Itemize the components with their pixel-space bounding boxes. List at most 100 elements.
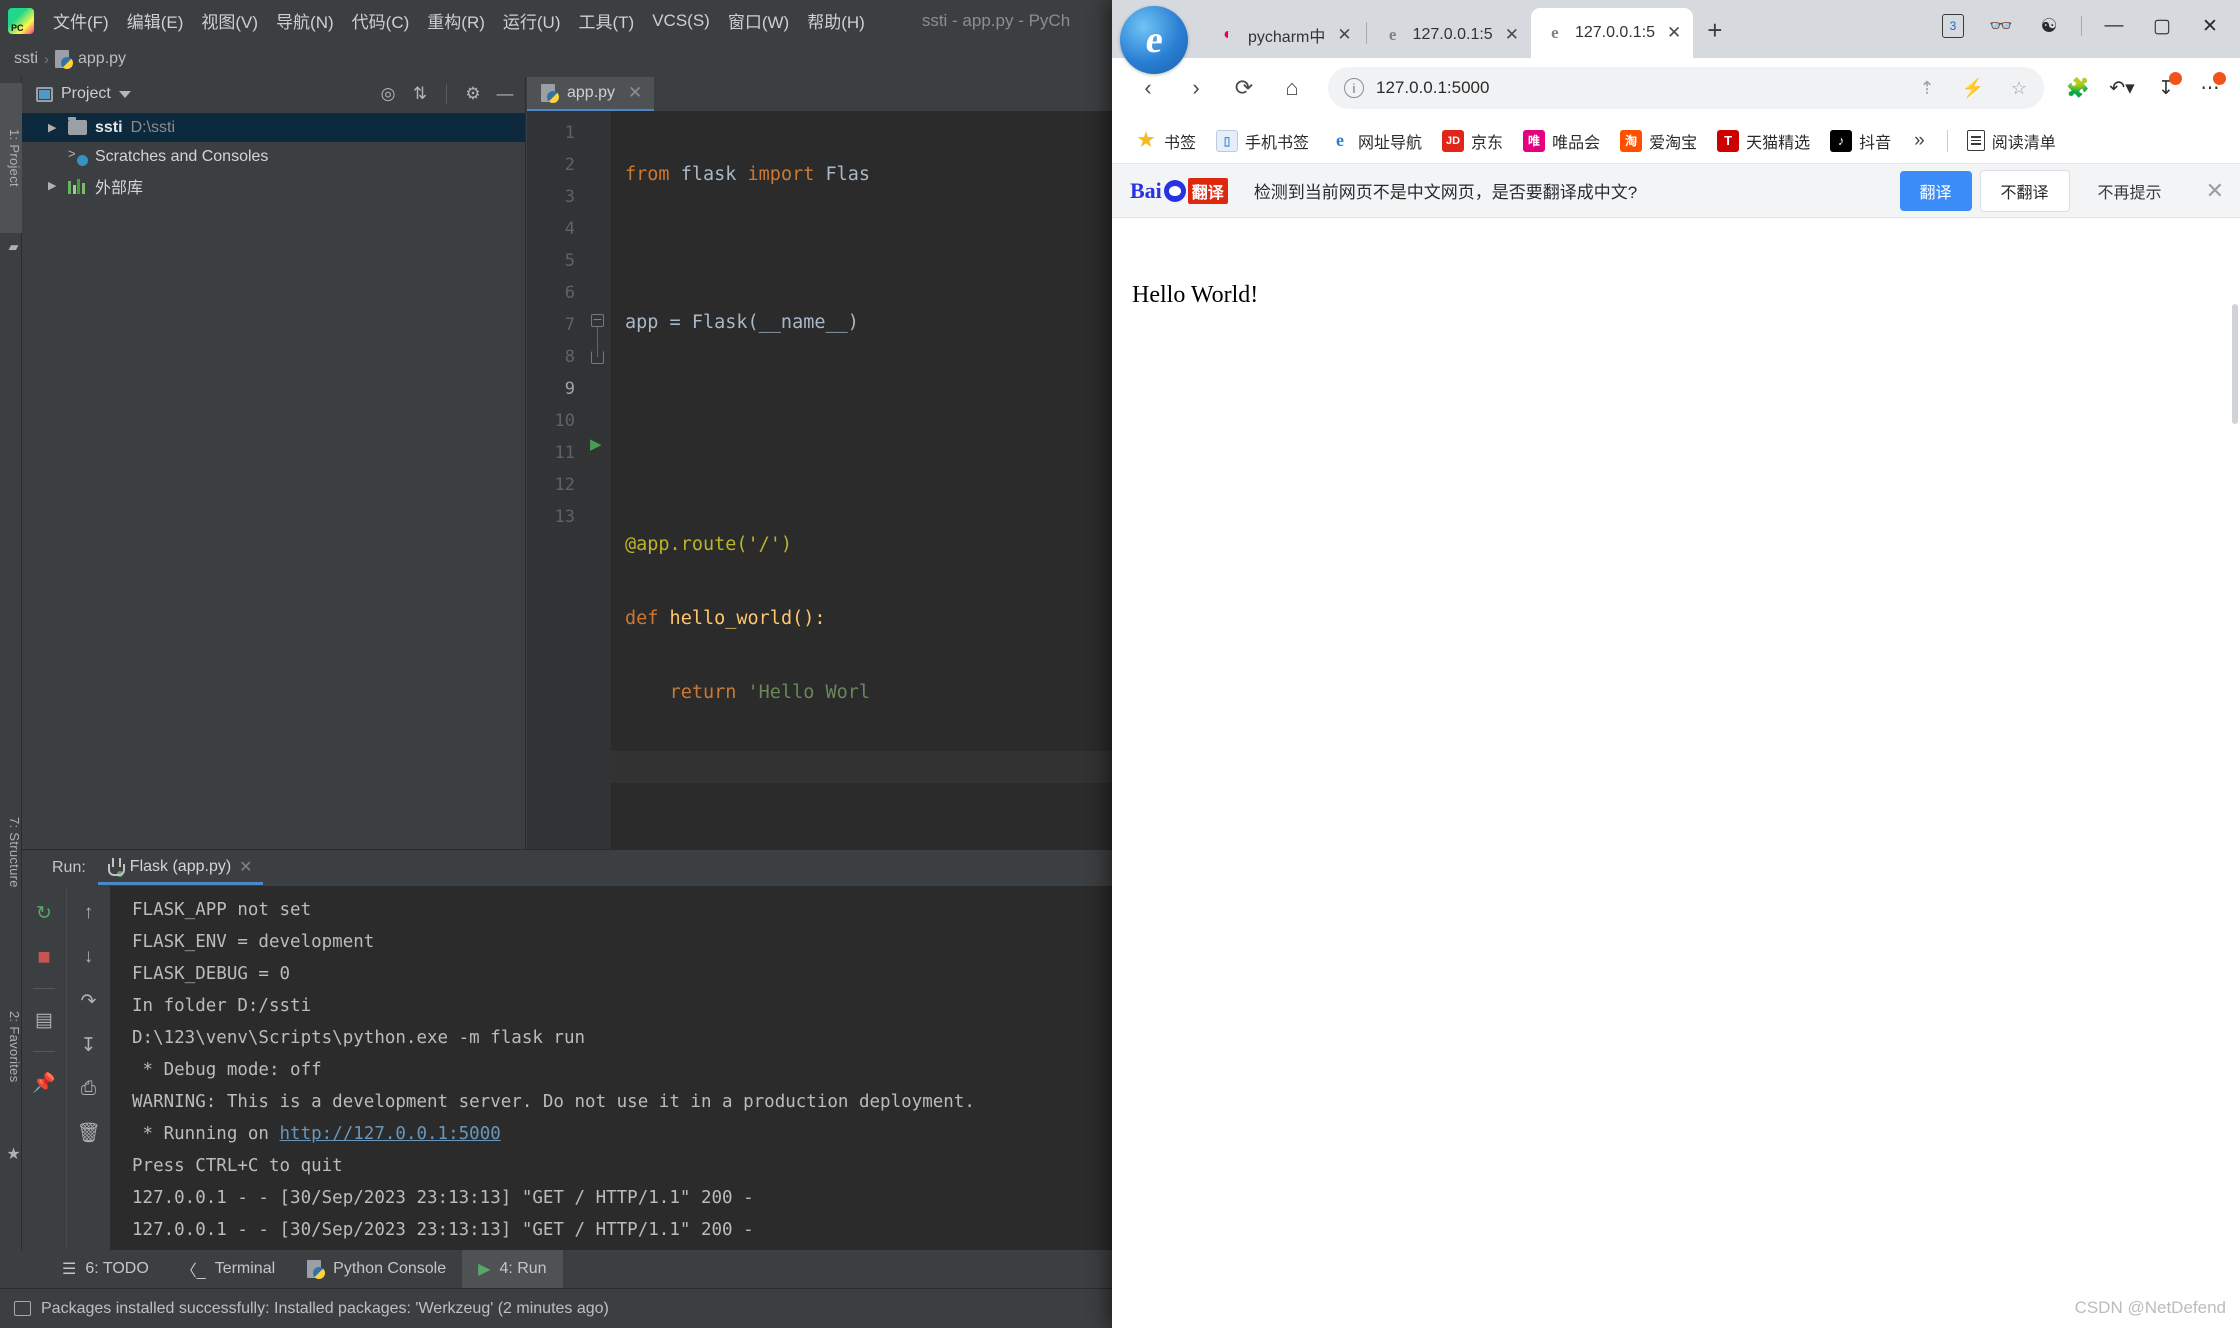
flash-icon[interactable]: ⚡ bbox=[1956, 71, 1990, 105]
python-file-icon bbox=[55, 49, 73, 69]
run-tab-flask[interactable]: Flask (app.py) ✕ bbox=[97, 851, 263, 885]
downloads-icon[interactable]: ↧ bbox=[2146, 68, 2186, 108]
never-ask-button[interactable]: 不再提示 bbox=[2078, 171, 2182, 211]
tree-item-scratches[interactable]: ▶ Scratches and Consoles bbox=[22, 142, 525, 171]
tree-item-external-libraries[interactable]: ▶ 外部库 bbox=[22, 171, 525, 200]
browser-tab-local-2[interactable]: e 127.0.0.1:5 ✕ bbox=[1530, 8, 1694, 58]
locate-target-icon[interactable]: ◎ bbox=[376, 82, 400, 106]
toolbar-divider bbox=[33, 1051, 55, 1052]
tool-window-python-console[interactable]: Python Console bbox=[291, 1250, 462, 1288]
bookmark-taobao[interactable]: 淘 爱淘宝 bbox=[1611, 125, 1706, 157]
trash-icon[interactable]: 🗑 bbox=[76, 1120, 102, 1146]
maximize-button[interactable]: ▢ bbox=[2138, 4, 2186, 48]
page-scrollbar[interactable] bbox=[2230, 264, 2240, 1290]
chevron-down-icon[interactable] bbox=[118, 90, 131, 98]
puzzle-icon[interactable]: 🧩 bbox=[2058, 68, 2098, 108]
close-icon[interactable]: ✕ bbox=[628, 83, 642, 103]
menu-item-help[interactable]: 帮助(H) bbox=[798, 5, 874, 36]
sidebar-item-project[interactable]: 1: Project bbox=[0, 83, 22, 233]
reading-list-button[interactable]: 阅读清单 bbox=[1958, 125, 2065, 157]
collapse-all-icon[interactable]: ⇅ bbox=[408, 82, 432, 106]
scrollbar-thumb[interactable] bbox=[2232, 304, 2238, 424]
editor-tab-app-py[interactable]: app.py ✕ bbox=[527, 77, 655, 111]
reload-button[interactable]: ⟳ bbox=[1222, 66, 1266, 110]
bookmark-shuqian[interactable]: ★ 书签 bbox=[1126, 125, 1205, 157]
bookmark-douyin[interactable]: ♪ 抖音 bbox=[1821, 125, 1900, 157]
expand-arrow-icon[interactable]: ▶ bbox=[48, 121, 60, 134]
print-icon[interactable]: ⎙ bbox=[76, 1076, 102, 1102]
bookmark-tmall[interactable]: T 天猫精选 bbox=[1708, 125, 1819, 157]
menu-item-run[interactable]: 运行(U) bbox=[494, 5, 570, 36]
notification-icon[interactable] bbox=[14, 1301, 31, 1316]
gear-icon[interactable]: ⚙ bbox=[461, 82, 485, 106]
tool-window-todo[interactable]: ☰ 6: TODO bbox=[46, 1250, 165, 1288]
forward-button[interactable]: › bbox=[1174, 66, 1218, 110]
star-icon[interactable]: ☆ bbox=[2002, 71, 2036, 105]
inprivate-icon[interactable]: 👓 bbox=[1977, 4, 2025, 48]
bookmarks-bar: ★ 书签 ▯ 手机书签 e 网址导航 JD 京东 唯 唯品会 淘 爱淘宝 T 天… bbox=[1112, 118, 2240, 164]
address-bar[interactable]: i 127.0.0.1:5000 ⇡ ⚡ ☆ bbox=[1328, 67, 2044, 109]
tab-count-icon[interactable]: 3 bbox=[1929, 4, 1977, 48]
menu-item-window[interactable]: 窗口(W) bbox=[719, 5, 798, 36]
close-icon[interactable]: ✕ bbox=[1337, 25, 1351, 45]
sidebar-item-structure[interactable]: 7: Structure bbox=[0, 767, 22, 937]
project-panel-title: Project bbox=[61, 85, 111, 102]
bookmark-vip[interactable]: 唯 唯品会 bbox=[1514, 125, 1609, 157]
collections-icon[interactable]: ☯ bbox=[2025, 4, 2073, 48]
translate-button[interactable]: 翻译 bbox=[1899, 170, 1972, 211]
bookmarks-overflow-button[interactable]: » bbox=[1902, 130, 1937, 152]
history-icon[interactable]: ↶▾ bbox=[2102, 68, 2142, 108]
menu-item-view[interactable]: 视图(V) bbox=[192, 5, 267, 36]
tool-window-run[interactable]: ▶ 4: Run bbox=[462, 1250, 563, 1288]
menu-item-tools[interactable]: 工具(T) bbox=[570, 5, 644, 36]
soft-wrap-icon[interactable]: ↷ bbox=[76, 988, 102, 1014]
sidebar-item-favorites[interactable]: 2: Favorites bbox=[0, 957, 22, 1137]
expand-arrow-icon-libs[interactable]: ▶ bbox=[48, 179, 60, 192]
menu-item-refactor[interactable]: 重构(R) bbox=[418, 5, 494, 36]
translate-message: 检测到当前网页不是中文网页，是否要翻译成中文? bbox=[1253, 183, 1638, 202]
tmall-icon: T bbox=[1717, 129, 1740, 152]
menu-item-vcs[interactable]: VCS(S) bbox=[643, 8, 719, 34]
fold-region-icon[interactable]: ─ bbox=[591, 314, 604, 327]
browser-tab-pycharm[interactable]: ◐ pycharm中 ✕ bbox=[1204, 12, 1364, 58]
browser-tab-local-1[interactable]: e 127.0.0.1:5 ✕ bbox=[1369, 12, 1531, 58]
close-icon[interactable]: ✕ bbox=[1667, 23, 1681, 43]
minimize-button[interactable]: — bbox=[2090, 4, 2138, 48]
close-button[interactable]: ✕ bbox=[2186, 4, 2234, 48]
bookmark-nav[interactable]: e 网址导航 bbox=[1320, 125, 1431, 157]
address-bar-url[interactable]: 127.0.0.1:5000 bbox=[1376, 78, 1898, 98]
menu-item-navigate[interactable]: 导航(N) bbox=[267, 5, 343, 36]
jd-icon: JD bbox=[1442, 129, 1465, 152]
pin-icon[interactable]: 📌 bbox=[31, 1070, 57, 1096]
bookmark-mobile[interactable]: ▯ 手机书签 bbox=[1207, 125, 1318, 157]
more-icon[interactable]: ⋯ bbox=[2190, 68, 2230, 108]
stop-icon[interactable]: ■ bbox=[31, 944, 57, 970]
menu-item-edit[interactable]: 编辑(E) bbox=[118, 5, 193, 36]
console-server-link[interactable]: http://127.0.0.1:5000 bbox=[280, 1124, 501, 1144]
tool-window-terminal[interactable]: 〈_ Terminal bbox=[165, 1250, 291, 1288]
close-icon[interactable]: ✕ bbox=[1505, 25, 1519, 45]
breadcrumb-separator: › bbox=[44, 50, 49, 68]
arrow-down-icon[interactable]: ↓ bbox=[76, 944, 102, 970]
dont-translate-button[interactable]: 不翻译 bbox=[1979, 169, 2070, 212]
scroll-to-end-icon[interactable]: ↧ bbox=[76, 1032, 102, 1058]
arrow-up-icon[interactable]: ↑ bbox=[76, 900, 102, 926]
menu-item-code[interactable]: 代码(C) bbox=[343, 5, 419, 36]
breadcrumb-root[interactable]: ssti bbox=[14, 50, 38, 68]
bookmark-jd-label: 京东 bbox=[1471, 134, 1504, 152]
bookmark-jd[interactable]: JD 京东 bbox=[1433, 125, 1512, 157]
hide-panel-icon[interactable]: — bbox=[493, 82, 517, 106]
rerun-icon[interactable]: ↻ bbox=[31, 900, 57, 926]
run-gutter-icon[interactable]: ▶ bbox=[590, 435, 602, 453]
layout-icon[interactable]: ▤ bbox=[31, 1007, 57, 1033]
left-tool-strip: 1: Project ▰ 7: Structure 2: Favorites ★ bbox=[0, 77, 22, 1250]
share-icon[interactable]: ⇡ bbox=[1910, 71, 1944, 105]
close-icon-translate-bar[interactable]: ✕ bbox=[2206, 178, 2224, 204]
tree-item-ssti[interactable]: ▶ ssti D:\ssti bbox=[22, 113, 525, 142]
home-button[interactable]: ⌂ bbox=[1270, 66, 1314, 110]
menu-item-file[interactable]: 文件(F) bbox=[44, 5, 118, 36]
new-tab-button[interactable]: + bbox=[1707, 15, 1722, 46]
site-info-icon[interactable]: i bbox=[1344, 78, 1364, 98]
close-icon-run-tab[interactable]: ✕ bbox=[239, 857, 252, 877]
breadcrumb-file[interactable]: app.py bbox=[78, 50, 126, 68]
